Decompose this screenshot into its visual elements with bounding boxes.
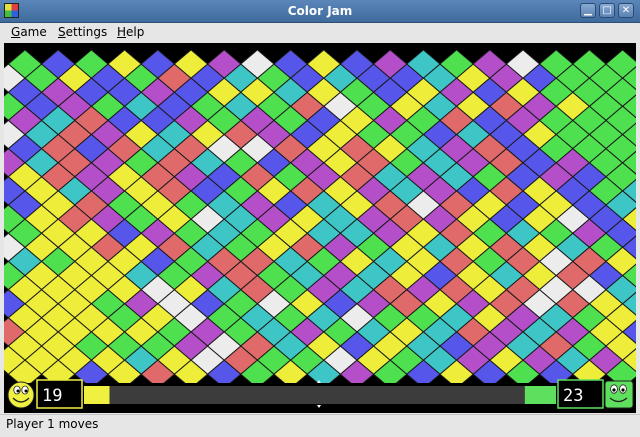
player2-score: 23 [563, 386, 583, 406]
player1-progress-fill [84, 386, 110, 404]
player1-score: 19 [42, 386, 62, 406]
menu-settings[interactable]: Settings [58, 23, 107, 42]
board-canvas[interactable]: 19 23 [4, 43, 636, 413]
score-hud: 19 23 [4, 379, 636, 413]
player2-avatar-icon [604, 380, 634, 409]
title-bar[interactable]: Color Jam ▁ □ ✕ [0, 0, 640, 23]
window-title: Color Jam [287, 4, 353, 18]
maximize-button[interactable]: □ [599, 3, 615, 18]
minimize-button[interactable]: ▁ [580, 3, 596, 18]
game-board[interactable]: 19 23 [4, 43, 636, 413]
menu-help[interactable]: Help [117, 23, 144, 42]
progress-track [84, 386, 556, 404]
menu-game[interactable]: Game [11, 23, 47, 42]
menu-bar: Game Settings Help [0, 23, 640, 42]
player2-progress-fill [524, 386, 556, 404]
close-button[interactable]: ✕ [618, 3, 634, 18]
minimize-icon: ▁ [584, 5, 592, 16]
status-bar: Player 1 moves [0, 414, 640, 437]
maximize-icon: □ [602, 5, 612, 16]
tile-grid[interactable] [4, 49, 636, 389]
player1-avatar-icon [7, 381, 35, 409]
close-icon: ✕ [621, 5, 631, 16]
app-window: Color Jam ▁ □ ✕ Game Settings Help 19 23… [0, 0, 640, 437]
status-text: Player 1 moves [6, 417, 99, 431]
